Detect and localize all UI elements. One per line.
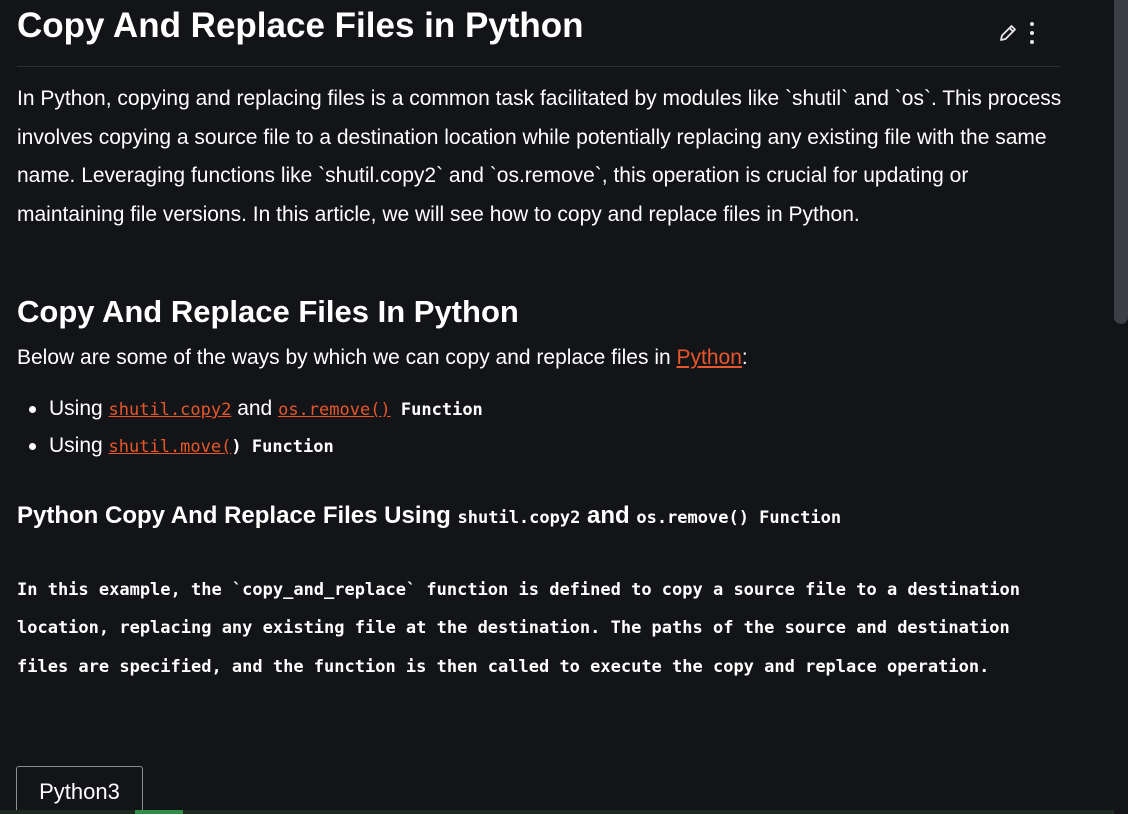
- bullet-suffix: Function: [390, 400, 483, 420]
- list-item: Using shutil.copy2 and os.remove() Funct…: [17, 391, 483, 428]
- scrollbar-thumb[interactable]: [1114, 0, 1128, 324]
- os-remove-link[interactable]: os.remove(): [278, 400, 391, 420]
- subheading-code2: os.remove() Function: [636, 508, 842, 528]
- ways-prefix: Below are some of the ways by which we c…: [17, 346, 677, 369]
- ways-suffix: :: [741, 346, 748, 369]
- article-page: Copy And Replace Files in Python In Pyth…: [0, 0, 1128, 814]
- title-actions: [996, 20, 1044, 46]
- bullet-code-after: ): [231, 437, 242, 457]
- shutil-move-link[interactable]: shutil.move(: [109, 437, 232, 457]
- bullet-middle: and: [231, 397, 279, 420]
- more-options-button[interactable]: [1020, 20, 1044, 46]
- section-heading: Copy And Replace Files In Python: [17, 294, 519, 329]
- bullet-suffix: Function: [241, 437, 334, 457]
- active-tab-indicator: [135, 810, 183, 814]
- subsection-heading: Python Copy And Replace Files Using shut…: [17, 498, 841, 536]
- edit-button[interactable]: [996, 20, 1020, 46]
- page-title: Copy And Replace Files in Python: [17, 6, 584, 45]
- vertical-ellipsis-icon: [1030, 22, 1034, 44]
- pencil-icon: [1000, 25, 1016, 41]
- example-paragraph: In this example, the `copy_and_replace` …: [17, 580, 1021, 677]
- python-link[interactable]: Python: [677, 346, 742, 369]
- ways-paragraph: Below are some of the ways by which we c…: [17, 340, 748, 376]
- subheading-code1: shutil.copy2: [457, 508, 581, 528]
- tab-python3[interactable]: Python3: [16, 766, 143, 814]
- title-row: Copy And Replace Files in Python: [17, 0, 1060, 67]
- bullet-prefix: Using: [49, 434, 109, 457]
- methods-list: Using shutil.copy2 and os.remove() Funct…: [17, 391, 483, 465]
- subheading-prefix: Python Copy And Replace Files Using: [17, 502, 458, 529]
- article-content: Copy And Replace Files in Python In Pyth…: [17, 0, 1062, 677]
- subheading-middle: and: [580, 502, 637, 529]
- shutil-copy2-link[interactable]: shutil.copy2: [109, 400, 232, 420]
- bullet-prefix: Using: [49, 397, 109, 420]
- intro-paragraph: In Python, copying and replacing files i…: [17, 87, 1062, 226]
- list-item: Using shutil.move() Function: [17, 428, 483, 465]
